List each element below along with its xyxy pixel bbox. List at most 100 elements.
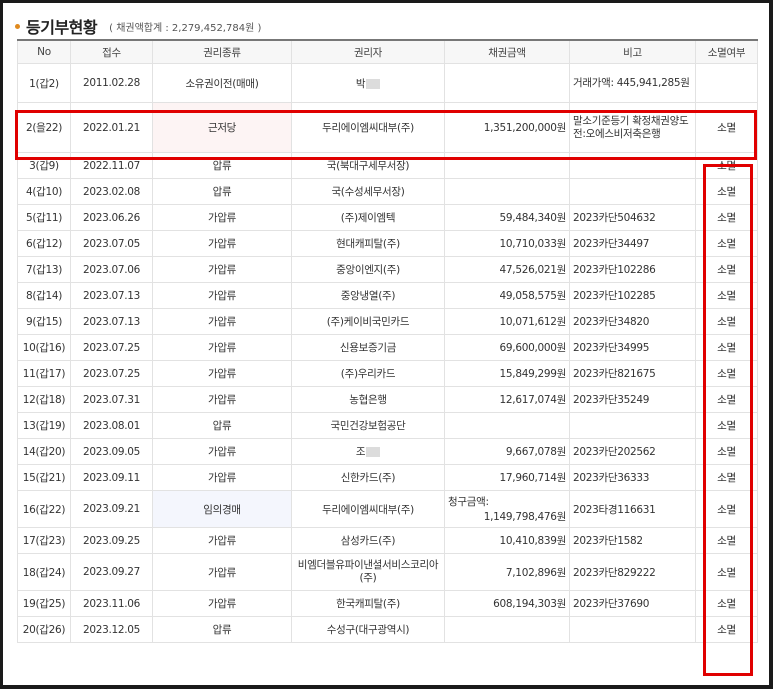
cell-note: 2023카단821675 [569,360,696,387]
cell-no: 14(갑20) [17,438,71,465]
cell-status: 소멸 [695,256,758,283]
cell-amount: 9,667,078원 [444,438,570,465]
cell-amount [444,616,570,643]
table-row: 3(갑9) 2022.11.07 압류 국(북대구세무서장) 소멸 [17,152,758,179]
cell-note: 2023카단102285 [569,282,696,309]
cell-no: 7(갑13) [17,256,71,283]
cell-type: 가압류 [152,386,292,413]
cell-type: 근저당 [152,102,292,153]
cell-note [569,616,696,643]
cell-type: 가압류 [152,308,292,335]
cell-status: 소멸 [695,490,758,528]
cell-no: 15(갑21) [17,464,71,491]
cell-no: 12(갑18) [17,386,71,413]
cell-amount [444,178,570,205]
cell-amount: 69,600,000원 [444,334,570,361]
cell-holder: 두리에이엠씨대부(주) [291,490,445,528]
table-row: 17(갑23) 2023.09.25 가압류 삼성카드(주) 10,410,839원 20… [17,527,758,554]
cell-type: 가압류 [152,527,292,554]
registry-table: No 접수 권리종류 권리자 채권금액 비고 소멸여부 1(갑2) 2011.02… [17,39,758,643]
cell-date: 2023.07.25 [70,360,153,387]
col-amount: 채권금액 [444,39,570,64]
cell-no: 19(갑25) [17,590,71,617]
cell-status: 소멸 [695,527,758,554]
cell-date: 2023.09.27 [70,553,153,591]
cell-holder: 조 [291,438,445,465]
cell-type: 가압류 [152,282,292,309]
cell-type: 압류 [152,152,292,179]
table-row: 16(갑22) 2023.09.21 임의경매 두리에이엠씨대부(주) 청구금액: 1,1… [17,490,758,528]
cell-amount: 17,960,714원 [444,464,570,491]
cell-no: 2(을22) [17,102,71,153]
cell-amount: 59,484,340원 [444,204,570,231]
table-row: 20(갑26) 2023.12.05 압류 수성구(대구광역시) 소멸 [17,616,758,643]
claim-amount-label: 청구금액: [448,496,489,508]
cell-note: 2023카단34995 [569,334,696,361]
cell-holder: 현대캐피탈(주) [291,230,445,257]
cell-note: 2023카단1582 [569,527,696,554]
cell-status: 소멸 [695,360,758,387]
cell-no: 3(갑9) [17,152,71,179]
cell-type: 압류 [152,412,292,439]
table-row: 8(갑14) 2023.07.13 가압류 중앙냉열(주) 49,058,575원 202… [17,282,758,309]
cell-status: 소멸 [695,102,758,153]
cell-holder: 박 [291,63,445,103]
table-row: 4(갑10) 2023.02.08 압류 국(수성세무서장) 소멸 [17,178,758,205]
cell-status: 소멸 [695,230,758,257]
cell-note: 2023타경116631 [569,490,696,528]
cell-type: 가압류 [152,438,292,465]
cell-date: 2023.07.05 [70,230,153,257]
cell-amount: 10,410,839원 [444,527,570,554]
table-row: 6(갑12) 2023.07.05 가압류 현대캐피탈(주) 10,710,033원 20… [17,230,758,257]
table-row: 12(갑18) 2023.07.31 가압류 농협은행 12,617,074원 2023카… [17,386,758,413]
cell-note: 2023카단36333 [569,464,696,491]
cell-note: 2023카단37690 [569,590,696,617]
cell-date: 2023.09.05 [70,438,153,465]
cell-amount: 1,351,200,000원 [444,102,570,153]
cell-amount [444,63,570,103]
cell-date: 2023.11.06 [70,590,153,617]
section-title: 등기부현황 [26,18,98,37]
cell-holder: 중앙냉열(주) [291,282,445,309]
cell-note [569,178,696,205]
claim-amount-value: 1,149,798,476원 [483,511,567,523]
cell-status: 소멸 [695,308,758,335]
cell-holder: 삼성카드(주) [291,527,445,554]
cell-date: 2023.07.25 [70,334,153,361]
cell-holder: (주)제이엠텍 [291,204,445,231]
cell-holder: 국(수성세무서장) [291,178,445,205]
cell-type: 가압류 [152,360,292,387]
col-date: 접수 [70,39,153,64]
cell-type: 가압류 [152,464,292,491]
cell-note: 거래가액: 445,941,285원 [569,63,696,103]
cell-date: 2023.09.11 [70,464,153,491]
cell-status: 소멸 [695,616,758,643]
col-holder: 권리자 [291,39,445,64]
table-header-row: No 접수 권리종류 권리자 채권금액 비고 소멸여부 [17,39,758,64]
cell-amount: 10,710,033원 [444,230,570,257]
cell-type: 가압류 [152,553,292,591]
cell-type: 가압류 [152,230,292,257]
section-header: 등기부현황 ( 채권액합계 : 2,279,452,784원 ) [15,13,261,39]
cell-amount: 15,849,299원 [444,360,570,387]
cell-status: 소멸 [695,334,758,361]
cell-no: 16(갑22) [17,490,71,528]
cell-note: 2023카단34820 [569,308,696,335]
cell-note: 2023카단34497 [569,230,696,257]
cell-status: 소멸 [695,412,758,439]
masked-name [366,78,381,89]
cell-status: 소멸 [695,438,758,465]
cell-note: 2023카단504632 [569,204,696,231]
cell-no: 1(갑2) [17,63,71,103]
cell-no: 11(갑17) [17,360,71,387]
bullet-icon [15,23,20,29]
cell-date: 2022.11.07 [70,152,153,179]
cell-holder: (주)케이비국민카드 [291,308,445,335]
cell-date: 2023.02.08 [70,178,153,205]
cell-no: 13(갑19) [17,412,71,439]
total-claim-amount: ( 채권액합계 : 2,279,452,784원 ) [109,22,262,34]
cell-note [569,412,696,439]
table-row: 10(갑16) 2023.07.25 가압류 신용보증기금 69,600,000원 202… [17,334,758,361]
cell-note: 2023카단829222 [569,553,696,591]
cell-holder: 국민건강보험공단 [291,412,445,439]
